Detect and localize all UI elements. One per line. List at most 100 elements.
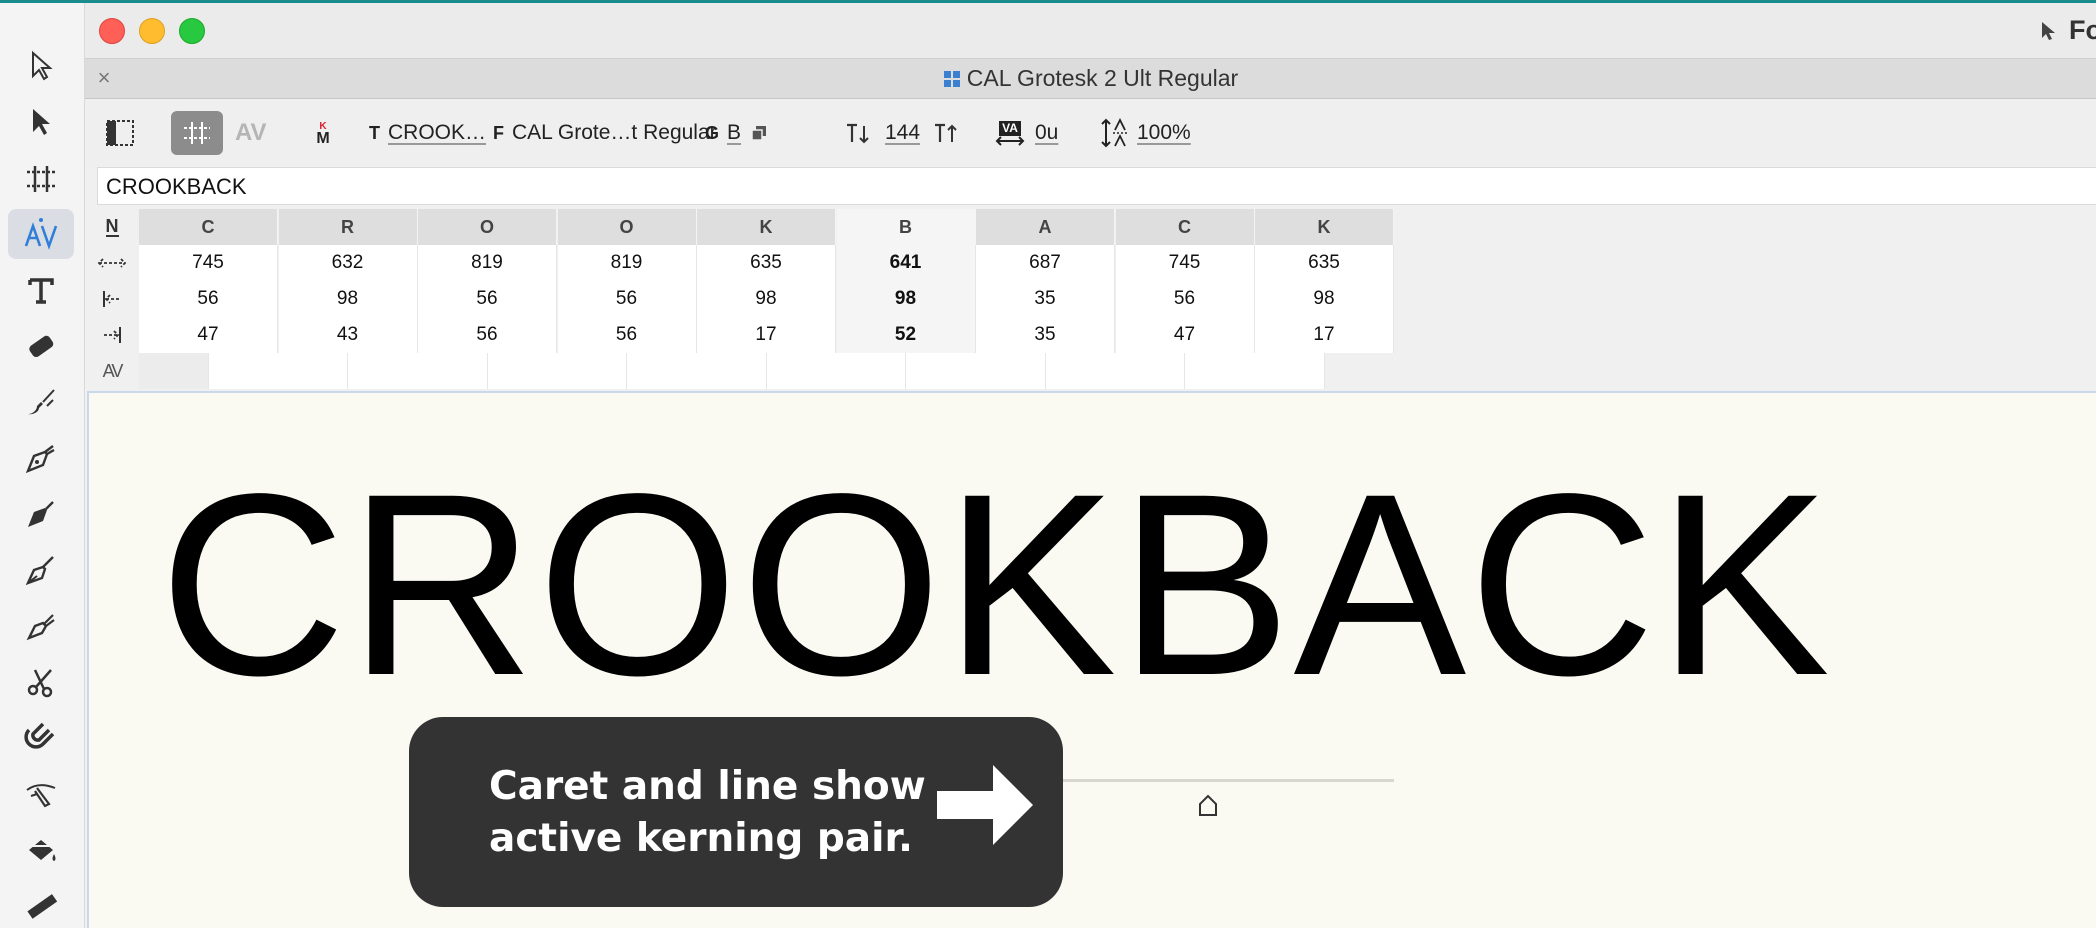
glyph-header-cell[interactable]: O xyxy=(557,209,697,245)
text-size-up-icon xyxy=(935,123,957,142)
power-pen-tool-button[interactable] xyxy=(8,489,74,539)
glyph-canvas[interactable]: CROOKBACK xyxy=(87,391,2096,928)
kerning-row-icon: AV xyxy=(85,353,139,389)
line-height-value: 100% xyxy=(1137,121,1191,144)
kerning-pair-cell[interactable] xyxy=(1185,353,1325,389)
glyph-selector[interactable]: G B xyxy=(705,111,767,155)
kerning-tool-icon xyxy=(24,218,58,250)
fill-tool-button[interactable] xyxy=(8,825,74,875)
kerning-pair-cell[interactable] xyxy=(487,353,628,389)
sample-text-input[interactable]: CROOKBACK xyxy=(97,167,2096,205)
pen-icon xyxy=(25,445,55,474)
scissors-tool-button[interactable] xyxy=(8,657,74,707)
text-tool-button[interactable] xyxy=(8,265,74,315)
scissors-icon xyxy=(27,669,53,698)
glyph-header-cell[interactable]: B xyxy=(836,209,976,245)
pen-tool-button[interactable] xyxy=(8,433,74,483)
text-size-value: 144 xyxy=(885,121,921,144)
close-window-button[interactable] xyxy=(99,18,125,44)
kerning-tool-button[interactable] xyxy=(8,209,74,259)
right-sidebearing-cell[interactable]: 17 xyxy=(1255,317,1394,353)
kerning-pair-cell[interactable] xyxy=(1045,353,1186,389)
advance-width-cell[interactable]: 632 xyxy=(278,245,418,281)
advance-width-icon xyxy=(85,245,139,281)
increase-size-button[interactable] xyxy=(933,111,961,155)
text-size-field[interactable]: 144 xyxy=(885,111,920,155)
advance-width-cell[interactable]: 687 xyxy=(976,245,1115,281)
tracking-field[interactable]: VA 0u xyxy=(995,111,1058,155)
decrease-size-button[interactable] xyxy=(845,111,873,155)
line-height-field[interactable]: 100% xyxy=(1101,111,1191,155)
right-sidebearing-cell[interactable]: 52 xyxy=(836,317,976,353)
app-root: Fo × CAL Grotesk 2 Ult Regular AV K M T … xyxy=(0,0,2096,928)
magnet-tool-button[interactable] xyxy=(8,713,74,763)
glyph-header-cell[interactable]: A xyxy=(976,209,1115,245)
advance-width-cell[interactable]: 641 xyxy=(836,245,976,281)
glyph-header-cell[interactable]: O xyxy=(418,209,557,245)
text-selector-value: CROOK… xyxy=(388,121,487,144)
ruler-tool-button[interactable] xyxy=(8,881,74,928)
knife-tool-button[interactable] xyxy=(8,769,74,819)
text-selector-label: T xyxy=(369,122,380,143)
glyph-header-cell[interactable]: K xyxy=(697,209,836,245)
advance-width-cell[interactable]: 745 xyxy=(139,245,278,281)
advance-width-cell[interactable]: 635 xyxy=(697,245,836,281)
right-sidebearing-cell[interactable]: 47 xyxy=(1115,317,1255,353)
kerning-av-label: AV xyxy=(235,119,267,146)
left-sidebearing-cell[interactable]: 98 xyxy=(697,281,836,317)
right-sidebearing-cell[interactable]: 47 xyxy=(139,317,278,353)
arrow-right-icon xyxy=(937,765,1033,845)
kerning-pair-cell[interactable] xyxy=(766,353,907,389)
advance-width-cell[interactable]: 745 xyxy=(1115,245,1255,281)
glyph-header-cell[interactable]: R xyxy=(278,209,418,245)
titlebar-right-text: Fo xyxy=(2069,15,2096,45)
pointer-tool-button[interactable] xyxy=(8,41,74,91)
left-sidebearing-cell[interactable]: 98 xyxy=(836,281,976,317)
right-sidebearing-icon xyxy=(85,317,139,353)
advance-width-cell[interactable]: 819 xyxy=(418,245,557,281)
eraser-tool-button[interactable] xyxy=(8,321,74,371)
rapid-pen-tool-button[interactable] xyxy=(8,545,74,595)
metrics-tool-button[interactable] xyxy=(8,153,74,203)
left-sidebearing-cell[interactable]: 56 xyxy=(557,281,697,317)
right-sidebearing-cell[interactable]: 56 xyxy=(557,317,697,353)
glyph-grid-icon xyxy=(943,71,960,87)
glyph-header-cell[interactable]: C xyxy=(139,209,278,245)
pointer-icon xyxy=(2042,21,2055,40)
glyph-header-cell[interactable]: K xyxy=(1255,209,1394,245)
kern-mode-button[interactable]: K M xyxy=(308,111,338,155)
left-sidebearing-cell[interactable]: 56 xyxy=(1115,281,1255,317)
callout-text: Caret and line show active kerning pair. xyxy=(489,764,926,861)
corner-pen-tool-button[interactable] xyxy=(8,601,74,651)
sidebar-toggle-button[interactable] xyxy=(105,111,137,155)
kerning-pair-cell[interactable] xyxy=(627,353,767,389)
glyph-header-cell[interactable]: C xyxy=(1115,209,1255,245)
right-sidebearing-cell[interactable]: 43 xyxy=(278,317,418,353)
text-selector[interactable]: T CROOK… xyxy=(369,111,486,155)
left-sidebearing-cell[interactable]: 56 xyxy=(139,281,278,317)
node-pointer-tool-button[interactable] xyxy=(8,97,74,147)
font-selector[interactable]: F CAL Grote…t Regular xyxy=(493,111,717,155)
glyph-selector-label: G xyxy=(705,122,720,143)
right-sidebearing-cell[interactable]: 56 xyxy=(418,317,557,353)
font-selector-label: F xyxy=(493,122,504,143)
metrics-table-toggle-button[interactable] xyxy=(171,111,223,155)
left-sidebearing-cell[interactable]: 98 xyxy=(278,281,418,317)
glyph-name-row-icon: N xyxy=(85,209,139,245)
kerning-pair-cell[interactable] xyxy=(208,353,349,389)
left-sidebearing-cell[interactable]: 98 xyxy=(1255,281,1394,317)
metrics-grid-icon xyxy=(184,122,210,144)
advance-width-cell[interactable]: 819 xyxy=(557,245,697,281)
kerning-pair-line xyxy=(1024,779,1394,782)
left-sidebearing-cell[interactable]: 56 xyxy=(418,281,557,317)
minimize-window-button[interactable] xyxy=(139,18,165,44)
advance-width-cell[interactable]: 635 xyxy=(1255,245,1394,281)
left-sidebearing-cell[interactable]: 35 xyxy=(976,281,1115,317)
right-sidebearing-cell[interactable]: 35 xyxy=(976,317,1115,353)
zoom-window-button[interactable] xyxy=(179,18,205,44)
right-sidebearing-cell[interactable]: 17 xyxy=(697,317,836,353)
brush-tool-button[interactable] xyxy=(8,377,74,427)
kerning-pair-cell[interactable] xyxy=(348,353,488,389)
kerning-toggle-button[interactable]: AV xyxy=(235,111,275,155)
kerning-pair-cell[interactable] xyxy=(906,353,1046,389)
